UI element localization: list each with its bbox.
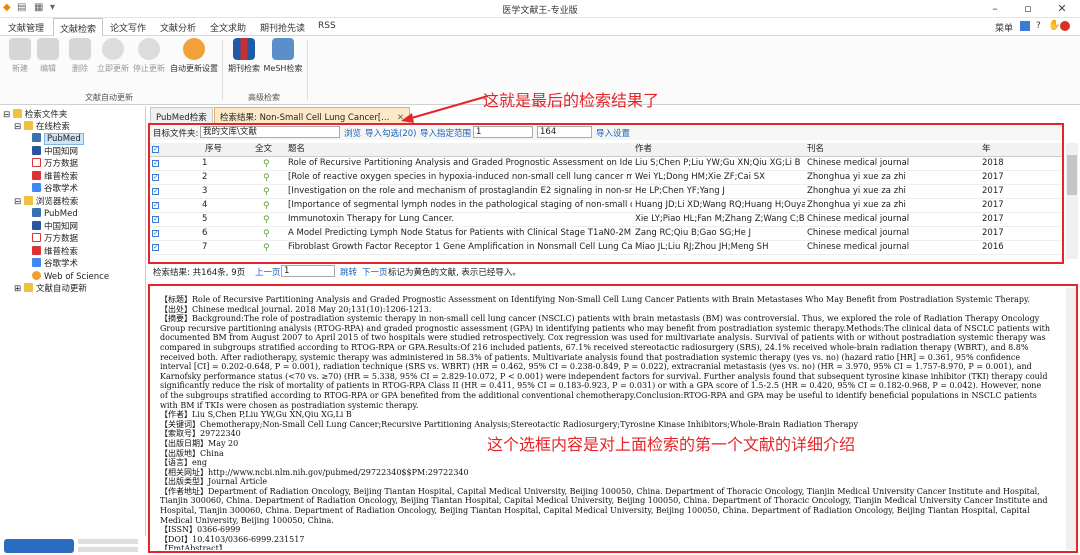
tree-item[interactable]: Web of Science: [32, 270, 109, 284]
tree-online[interactable]: ⊟ 在线检索: [14, 121, 70, 134]
import-note: 标记为黄色的文献, 表示已经导入。: [388, 268, 521, 278]
edit-button[interactable]: 编辑: [30, 38, 66, 74]
folder-tree: ⊟ 检索文件夹 ⊟ 在线检索 PubMed 中国知网 万方数据 维普检索 谷歌学…: [0, 106, 146, 536]
tree-item[interactable]: PubMed: [32, 208, 78, 221]
tree-item[interactable]: 谷歌学术: [32, 258, 78, 271]
google-scholar-icon: [32, 183, 41, 192]
tree-browser[interactable]: ⊟ 浏览器检索: [14, 195, 78, 209]
logo-tagline-icon: [78, 547, 138, 552]
google-scholar-icon: [32, 258, 41, 267]
mesh-search-button[interactable]: MeSH检索: [263, 38, 303, 74]
tree-item[interactable]: 万方数据: [32, 233, 78, 246]
quick-access-icon[interactable]: ▤: [17, 2, 26, 13]
highlight-box-results: [148, 123, 1064, 264]
auto-update-settings-button[interactable]: 自动更新设置: [168, 38, 220, 74]
menu-item[interactable]: 文献分析: [160, 21, 196, 34]
menu-item[interactable]: RSS: [318, 21, 336, 31]
pager: 检索结果: 共164条, 9页 上一页 1 跳转 下一页 标记为黄色的文献, 表…: [150, 264, 1078, 279]
close-icon[interactable]: ✕: [1052, 2, 1072, 15]
tab-label: 检索结果: Non-Small Cell Lung Cancer[...: [220, 113, 390, 123]
tab-search-results[interactable]: 检索结果: Non-Small Cell Lung Cancer[... ✕: [214, 107, 411, 124]
tree-item[interactable]: 维普检索: [32, 245, 78, 259]
delete-icon: [69, 38, 91, 60]
folder-icon: [23, 195, 33, 205]
next-page-link[interactable]: 下一页: [362, 266, 388, 278]
stop-update-button[interactable]: 停止更新: [131, 38, 167, 74]
vip-icon: [32, 245, 41, 255]
new-icon: [9, 38, 31, 60]
tree-item[interactable]: 谷歌学术: [32, 183, 78, 196]
page-input[interactable]: 1: [281, 265, 335, 277]
folder-icon: [23, 121, 33, 130]
help-icon[interactable]: ?: [1036, 21, 1041, 31]
scrollbar-thumb[interactable]: [1067, 155, 1077, 195]
group-label: 文献自动更新: [85, 93, 133, 102]
edit-icon: [37, 38, 59, 60]
window-title: 医学文献王-专业版: [502, 6, 578, 16]
tree-item-pubmed[interactable]: PubMed: [32, 133, 84, 146]
quick-dropdown-icon[interactable]: ▾: [50, 2, 55, 13]
update-now-button[interactable]: 立即更新: [95, 38, 131, 74]
highlight-box-detail: [148, 284, 1078, 553]
folder-icon: [23, 283, 33, 292]
table-scrollbar[interactable]: [1066, 143, 1078, 259]
wanfang-icon: [32, 158, 41, 167]
cnki-icon: [32, 145, 41, 155]
annotation-results: 这就是最后的检索结果了: [483, 91, 660, 110]
title-bar: 医学文献王-专业版 ◆ ▤ ▦ ▾ – ▫ ✕: [0, 0, 1080, 18]
result-summary: 检索结果: 共164条, 9页: [153, 268, 246, 278]
vip-icon: [32, 170, 41, 180]
refresh-icon: [102, 38, 124, 60]
menu-item-active[interactable]: 文献检索: [53, 18, 104, 37]
mesh-icon: [272, 38, 294, 60]
delete-button[interactable]: 删除: [62, 38, 98, 74]
wanfang-icon: [32, 233, 41, 242]
pubmed-icon: [32, 133, 41, 142]
tree-item[interactable]: 中国知网: [32, 220, 78, 234]
tree-root[interactable]: ⊟ 检索文件夹: [3, 109, 67, 122]
weibo-icon[interactable]: [1060, 21, 1070, 31]
prev-page-link[interactable]: 上一页: [255, 266, 281, 278]
ribbon-separator: [307, 40, 308, 100]
minimize-icon[interactable]: –: [985, 2, 1005, 15]
jump-link[interactable]: 跳转: [340, 266, 357, 278]
group-label: 高级检索: [248, 93, 280, 102]
tree-auto-update[interactable]: ⊞ 文献自动更新: [14, 283, 87, 296]
web-of-science-icon: [32, 270, 41, 280]
menu-item[interactable]: 全文求助: [210, 21, 246, 34]
menu-right[interactable]: 菜单: [995, 21, 1013, 34]
skin-icon[interactable]: ✋: [1048, 20, 1060, 31]
logo-icon: [4, 539, 74, 553]
brand-logo: [0, 536, 146, 555]
folder-icon: [12, 109, 22, 118]
layout-icon[interactable]: [1020, 21, 1030, 31]
app-logo-icon: ◆: [3, 2, 11, 13]
journal-search-button[interactable]: 期刊检索: [226, 38, 262, 74]
logo-tagline-icon: [78, 539, 138, 544]
maximize-icon[interactable]: ▫: [1018, 2, 1038, 15]
menu-item[interactable]: 期刊抢先读: [260, 21, 305, 34]
menu-item[interactable]: 论文写作: [110, 21, 146, 34]
tree-item[interactable]: 中国知网: [32, 145, 78, 159]
ribbon-separator: [222, 40, 223, 100]
menu-bar: 文献管理 文献检索 论文写作 文献分析 全文求助 期刊抢先读 RSS 菜单 ? …: [0, 18, 1080, 37]
tree-item[interactable]: 万方数据: [32, 158, 78, 171]
menu-item[interactable]: 文献管理: [8, 21, 44, 34]
settings-clock-icon: [183, 38, 205, 60]
journal-icon: [233, 38, 255, 60]
stop-icon: [138, 38, 160, 60]
cnki-icon: [32, 220, 41, 230]
annotation-detail: 这个选框内容是对上面检索的第一个文献的详细介绍: [487, 435, 856, 454]
tab-pubmed-search[interactable]: PubMed检索: [150, 107, 213, 124]
quick-save-icon[interactable]: ▦: [34, 2, 43, 13]
tree-item[interactable]: 维普检索: [32, 170, 78, 184]
pubmed-icon: [32, 208, 41, 217]
